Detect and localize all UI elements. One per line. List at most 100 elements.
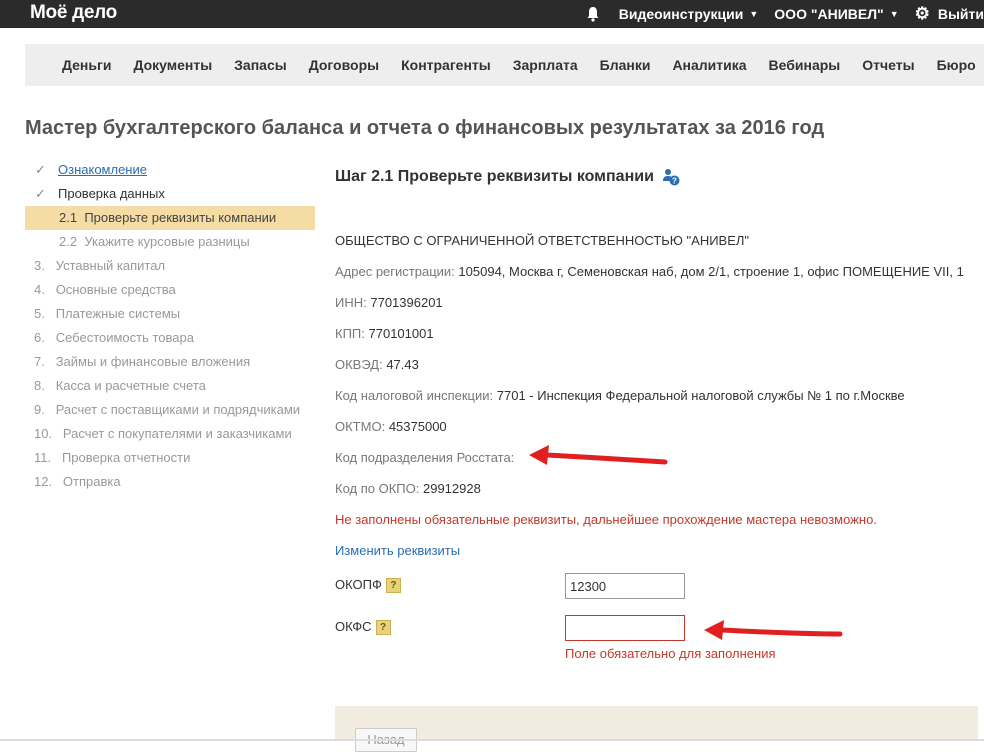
app-logo[interactable]: Моё дело — [30, 2, 117, 24]
step-label: Расчет с поставщиками и подрядчиками — [55, 402, 301, 417]
main-nav: Деньги Документы Запасы Договоры Контраг… — [25, 44, 984, 86]
tax-office-label: Код налоговой инспекции: — [335, 388, 494, 403]
step-report-check: 11. Проверка отчетности — [25, 446, 315, 470]
step-label: Проверка отчетности — [61, 450, 191, 465]
bell-icon[interactable] — [585, 6, 601, 22]
validation-error-message: Не заполнены обязательные реквизиты, дал… — [335, 512, 877, 527]
nav-item-counterparties[interactable]: Контрагенты — [401, 57, 491, 73]
step-label: Касса и расчетные счета — [55, 378, 206, 393]
step-label: Займы и финансовые вложения — [55, 354, 251, 369]
gear-icon[interactable]: ⚙ — [915, 4, 930, 24]
step-exchange-diffs[interactable]: 2.2 Укажите курсовые разницы — [25, 230, 315, 254]
okved-label: ОКВЭД: — [335, 357, 383, 372]
step-cash-accounts: 8. Касса и расчетные счета — [25, 374, 315, 398]
inn-value: 7701396201 — [370, 295, 443, 310]
company-menu[interactable]: ООО "АНИВЕЛ" ▼ — [774, 6, 898, 22]
okved-value: 47.43 — [386, 357, 419, 372]
okpo-row: Код по ОКПО: 29912928 — [335, 481, 481, 496]
oktmo-label: ОКТМО: — [335, 419, 386, 434]
step-payment-systems: 5. Платежные системы — [25, 302, 315, 326]
step-number: 8. — [34, 378, 45, 393]
check-icon: ✓ — [35, 186, 46, 201]
okopf-label: ОКОПФ — [335, 577, 382, 592]
step-data-check[interactable]: ✓ Проверка данных — [25, 182, 315, 206]
step-loans: 7. Займы и финансовые вложения — [25, 350, 315, 374]
nav-item-salary[interactable]: Зарплата — [513, 57, 578, 73]
wizard-steps: ✓ Ознакомление ✓ Проверка данных 2.1 Про… — [25, 158, 315, 494]
top-bar: Моё дело Видеоинструкции ▼ ООО "АНИВЕЛ" … — [0, 0, 984, 28]
kpp-label: КПП: — [335, 326, 365, 341]
step-number: 6. — [34, 330, 45, 345]
svg-text:?: ? — [672, 177, 677, 186]
address-label: Адрес регистрации: — [335, 264, 455, 279]
step-label: Расчет с покупателями и заказчиками — [62, 426, 292, 441]
check-icon: ✓ — [35, 162, 46, 177]
step-intro[interactable]: ✓ Ознакомление — [25, 158, 315, 182]
step-number: 2.1 — [59, 210, 78, 225]
step-number: 3. — [34, 258, 45, 273]
step-label: Укажите курсовые разницы — [84, 234, 250, 249]
step-customers: 10. Расчет с покупателями и заказчиками — [25, 422, 315, 446]
company-name: ОБЩЕСТВО С ОГРАНИЧЕННОЙ ОТВЕТСТВЕННОСТЬЮ… — [335, 233, 750, 248]
okfs-input[interactable] — [565, 615, 685, 641]
nav-item-forms[interactable]: Бланки — [600, 57, 651, 73]
nav-item-webinars[interactable]: Вебинары — [769, 57, 841, 73]
kpp-row: КПП: 770101001 — [335, 326, 434, 341]
okfs-field-label: ОКФС? — [335, 619, 391, 636]
tax-office-value: 7701 - Инспекция Федеральной налоговой с… — [496, 388, 905, 403]
oktmo-row: ОКТМО: 45375000 — [335, 419, 447, 434]
logout-link[interactable]: Выйти — [938, 6, 984, 22]
nav-item-reports[interactable]: Отчеты — [862, 57, 914, 73]
step-label: Себестоимость товара — [55, 330, 194, 345]
step-cost-of-goods: 6. Себестоимость товара — [25, 326, 315, 350]
step-label: Проверьте реквизиты компании — [84, 210, 277, 225]
step-authorized-capital: 3. Уставный капитал — [25, 254, 315, 278]
step-label: Уставный капитал — [55, 258, 166, 273]
chevron-down-icon: ▼ — [749, 9, 759, 19]
nav-item-stock[interactable]: Запасы — [234, 57, 287, 73]
help-person-icon[interactable]: ? — [662, 168, 680, 186]
help-icon[interactable]: ? — [385, 578, 401, 594]
nav-item-bureau[interactable]: Бюро — [937, 57, 976, 73]
tax-office-row: Код налоговой инспекции: 7701 - Инспекци… — [335, 388, 905, 403]
step-label: Платежные системы — [55, 306, 181, 321]
wizard-footer: Назад — [335, 706, 978, 752]
step-number: 9. — [34, 402, 45, 417]
step-fixed-assets: 4. Основные средства — [25, 278, 315, 302]
step-company-details[interactable]: 2.1 Проверьте реквизиты компании — [25, 206, 315, 230]
step-suppliers: 9. Расчет с поставщиками и подрядчиками — [25, 398, 315, 422]
top-right-menu: Видеоинструкции ▼ ООО "АНИВЕЛ" ▼ ⚙ Выйти — [585, 0, 984, 28]
nav-item-contracts[interactable]: Договоры — [309, 57, 379, 73]
okopf-field-label: ОКОПФ? — [335, 577, 401, 594]
step-number: 2.2 — [59, 234, 78, 249]
inn-row: ИНН: 7701396201 — [335, 295, 443, 310]
company-label: ООО "АНИВЕЛ" — [774, 6, 884, 22]
nav-item-documents[interactable]: Документы — [133, 57, 212, 73]
change-details-link[interactable]: Изменить реквизиты — [335, 543, 460, 558]
step-number: 12. — [34, 474, 53, 489]
red-arrow-icon — [704, 620, 843, 640]
help-icon[interactable]: ? — [375, 620, 391, 636]
step-number: 5. — [34, 306, 45, 321]
step-label: Ознакомление — [58, 162, 147, 177]
kpp-value: 770101001 — [368, 326, 434, 341]
video-instructions-menu[interactable]: Видеоинструкции ▼ — [619, 6, 759, 22]
step-heading-text: Шаг 2.1 Проверьте реквизиты компании — [335, 168, 654, 185]
okfs-label: ОКФС — [335, 619, 372, 634]
step-heading: Шаг 2.1 Проверьте реквизиты компании ? — [335, 168, 680, 186]
video-instructions-label: Видеоинструкции — [618, 6, 744, 22]
rosstat-label: Код подразделения Росстата: — [335, 450, 515, 465]
okopf-input[interactable]: 12300 — [565, 573, 685, 599]
step-number: 11. — [34, 450, 52, 465]
step-send: 12. Отправка — [25, 470, 315, 494]
nav-item-money[interactable]: Деньги — [62, 57, 111, 73]
nav-item-analytics[interactable]: Аналитика — [672, 57, 746, 73]
address-row: Адрес регистрации: 105094, Москва г, Сем… — [335, 264, 964, 279]
step-label: Отправка — [62, 474, 121, 489]
address-value: 105094, Москва г, Семеновская наб, дом 2… — [458, 264, 964, 279]
step-label: Проверка данных — [58, 186, 165, 201]
inn-label: ИНН: — [335, 295, 367, 310]
step-number: 10. — [34, 426, 53, 441]
step-number: 7. — [34, 354, 45, 369]
rosstat-row: Код подразделения Росстата: — [335, 450, 514, 465]
